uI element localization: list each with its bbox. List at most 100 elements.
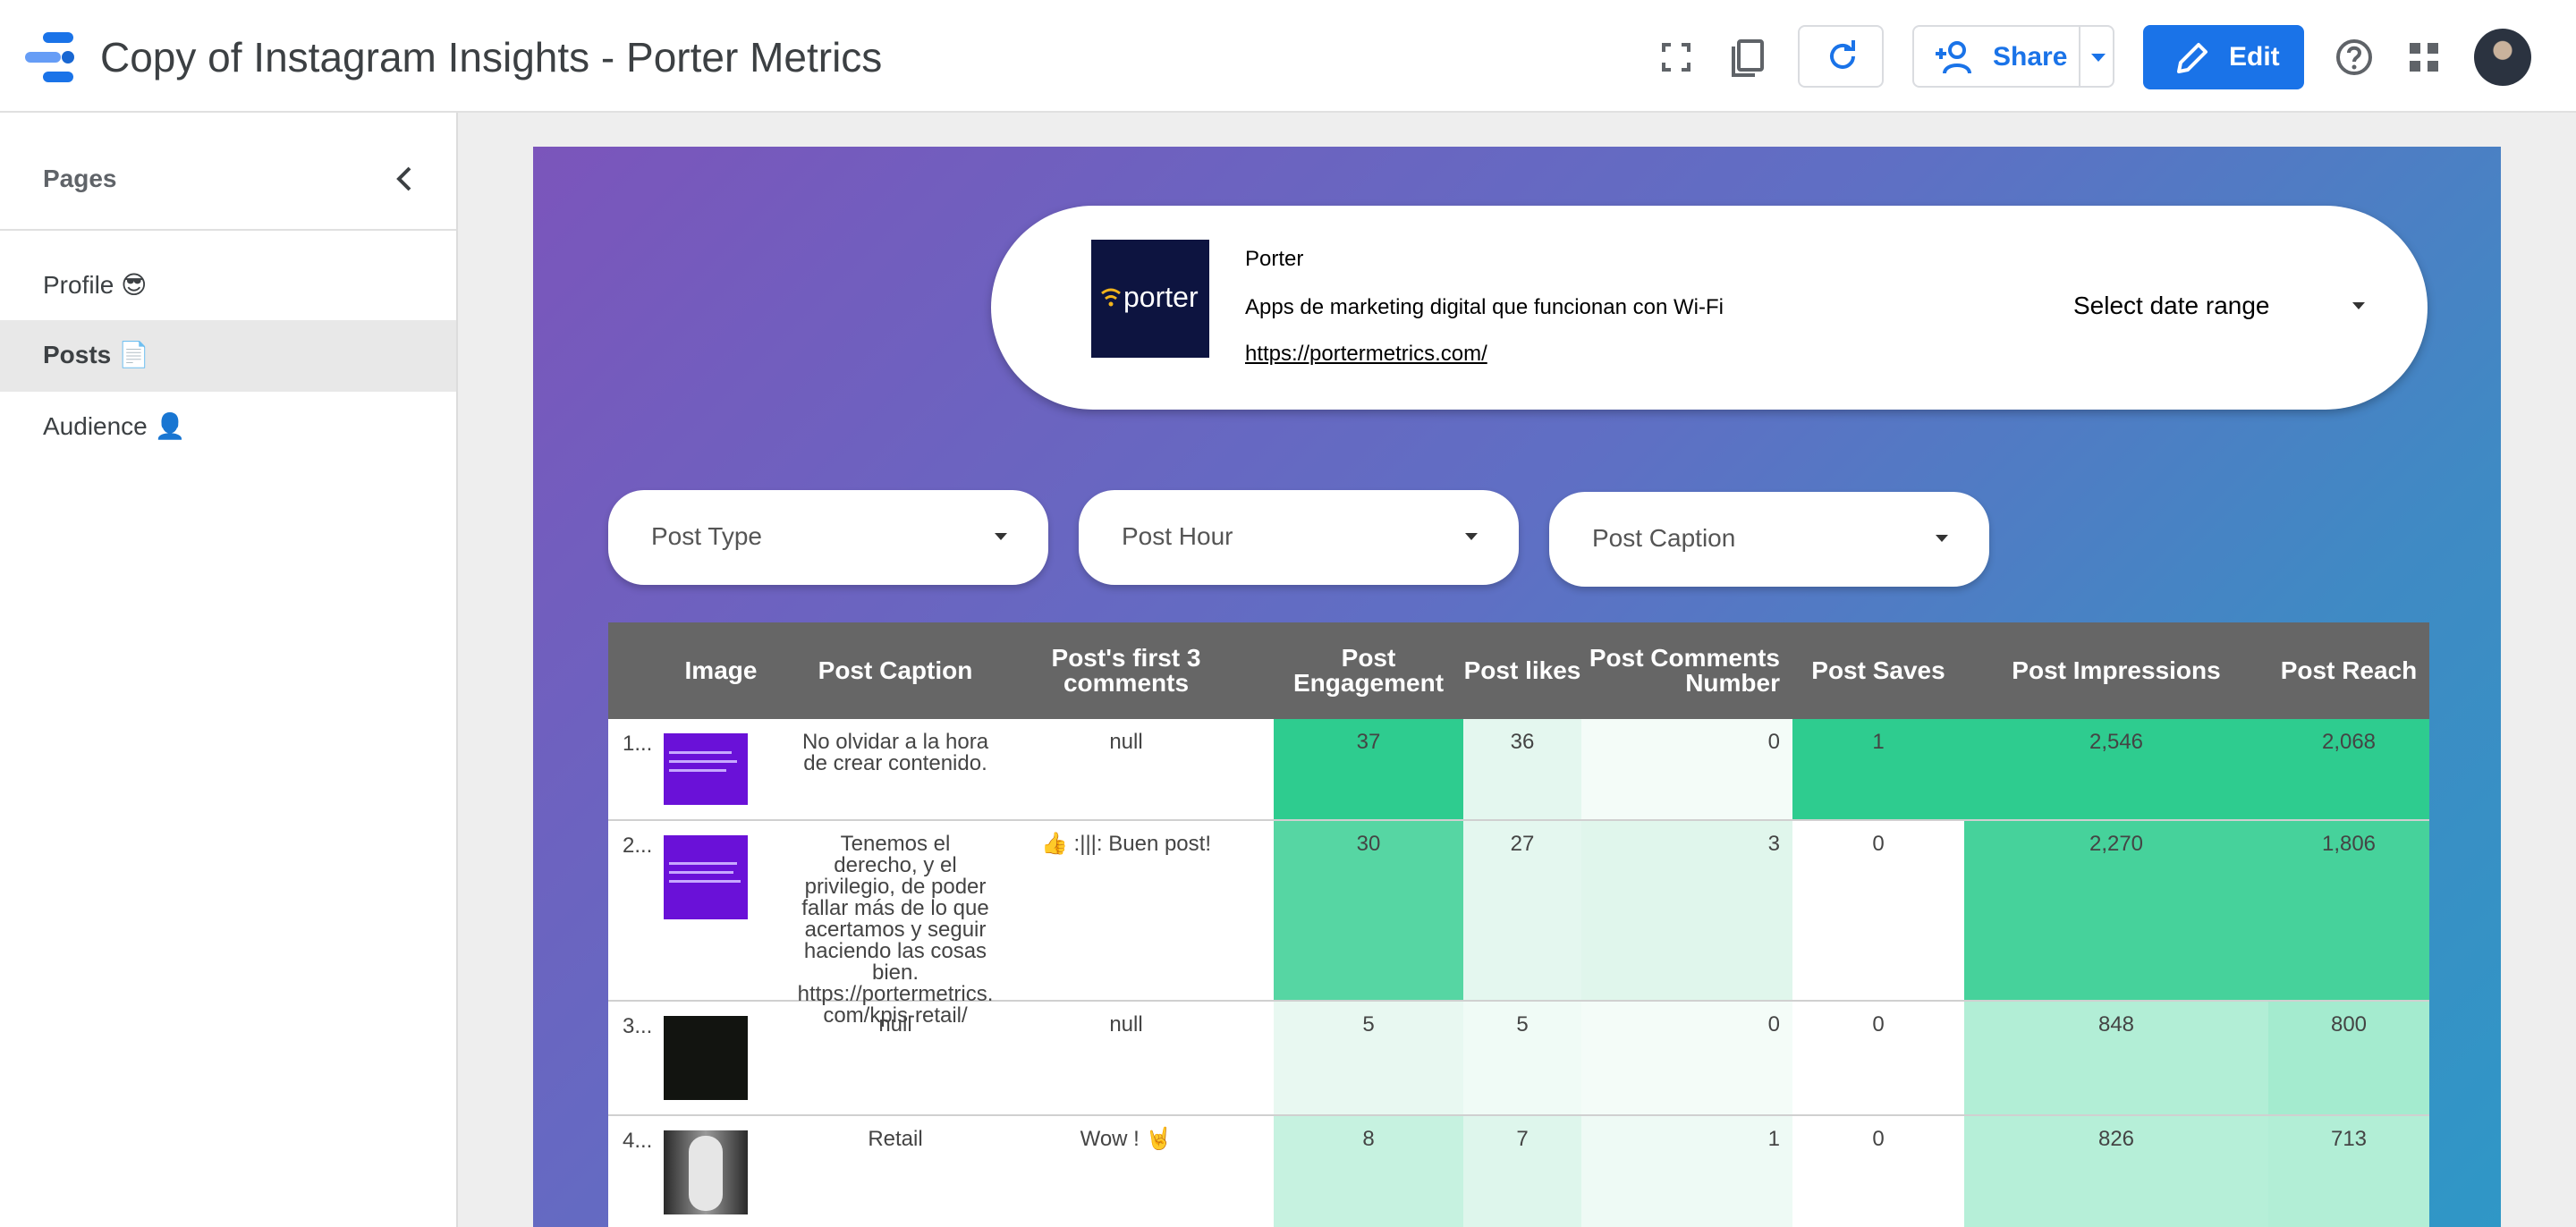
row-number: 2...	[623, 834, 653, 858]
sidebar-item-label: Audience 👤	[43, 412, 186, 440]
sidebar-header: Pages	[0, 113, 456, 231]
share-button[interactable]: Share	[1914, 27, 2080, 86]
post-caption-cell: null	[878, 1012, 912, 1037]
chevron-down-icon	[2091, 54, 2106, 62]
impressions-cell: 2,546	[1964, 719, 2268, 819]
reach-cell: 713	[2268, 1116, 2429, 1227]
caret-down-icon	[995, 533, 1007, 540]
comments-number-cell: 1	[1581, 1116, 1792, 1227]
column-header-reach[interactable]: Post Reach	[2268, 622, 2429, 719]
column-header-image[interactable]: Image	[608, 622, 784, 719]
pencil-icon	[2177, 43, 2207, 73]
sidebar-title: Pages	[43, 165, 117, 192]
reach-cell: 2,068	[2268, 719, 2429, 819]
column-header-post-caption[interactable]: Post Caption	[784, 622, 1007, 719]
share-dropdown-button[interactable]	[2080, 27, 2114, 86]
table-row[interactable]: 3... null null 5 5 0 0 848 800	[608, 1002, 2429, 1116]
brand-link[interactable]: https://portermetrics.com/	[1245, 342, 1487, 367]
row-number: 1...	[623, 732, 653, 756]
brand-logo: porter	[1091, 240, 1209, 358]
saves-cell: 0	[1792, 821, 1964, 1000]
column-header-likes[interactable]: Post likes	[1463, 622, 1581, 719]
filter-post-type[interactable]: Post Type	[608, 490, 1048, 585]
help-icon[interactable]	[2331, 34, 2377, 80]
filter-label: Post Hour	[1122, 522, 1233, 550]
likes-cell: 7	[1463, 1116, 1581, 1227]
sidebar-item-posts[interactable]: Posts 📄	[0, 320, 456, 392]
comments-cell: Wow ! 🤘	[1080, 1127, 1173, 1151]
post-thumbnail[interactable]	[664, 733, 748, 805]
engagement-cell: 37	[1274, 719, 1463, 819]
looker-studio-logo-icon[interactable]	[25, 32, 79, 82]
caret-down-icon	[1465, 533, 1478, 540]
top-bar: Copy of Instagram Insights - Porter Metr…	[0, 0, 2576, 113]
impressions-cell: 826	[1964, 1116, 2268, 1227]
table-row[interactable]: 1... No olvidar a la hora de crear conte…	[608, 719, 2429, 821]
sidebar-item-audience[interactable]: Audience 👤	[0, 392, 456, 463]
column-header-saves[interactable]: Post Saves	[1792, 622, 1964, 719]
table-row[interactable]: 2... Tenemos el derecho, y el privilegio…	[608, 821, 2429, 1028]
chevron-left-icon[interactable]	[386, 161, 422, 197]
column-header-impressions[interactable]: Post Impressions	[1964, 622, 2268, 719]
filter-label: Post Type	[651, 522, 763, 550]
filter-post-caption[interactable]: Post Caption	[1549, 492, 1989, 587]
brand-name: Porter	[1245, 247, 1304, 271]
table-header: Image Post Caption Post's first 3 commen…	[608, 622, 2429, 719]
share-label: Share	[1993, 42, 2068, 72]
row-number: 4...	[623, 1129, 653, 1153]
engagement-cell: 5	[1274, 1002, 1463, 1114]
column-header-comments-number[interactable]: Post Comments Number	[1581, 622, 1792, 719]
post-caption-cell: Tenemos el derecho, y el privilegio, de …	[797, 832, 994, 1028]
posts-table: Image Post Caption Post's first 3 commen…	[608, 622, 2429, 1227]
post-caption-cell: No olvidar a la hora de crear contenido.	[801, 730, 989, 775]
row-number: 3...	[623, 1014, 653, 1038]
caret-down-icon	[1936, 535, 1948, 542]
brand-header-card: porter Porter Apps de marketing digital …	[991, 206, 2428, 410]
filter-label: Post Caption	[1592, 524, 1736, 552]
report-title[interactable]: Copy of Instagram Insights - Porter Metr…	[100, 32, 882, 82]
post-thumbnail[interactable]	[664, 1016, 748, 1100]
column-header-engagement[interactable]: Post Engagement	[1274, 622, 1463, 719]
comments-cell: null	[1109, 730, 1143, 754]
brand-logo-text: porter	[1123, 281, 1199, 313]
report-canvas: porter Porter Apps de marketing digital …	[533, 147, 2501, 1227]
post-thumbnail[interactable]	[664, 1130, 748, 1214]
saves-cell: 0	[1792, 1116, 1964, 1227]
filter-post-hour[interactable]: Post Hour	[1079, 490, 1519, 585]
date-range-label: Select date range	[2073, 292, 2270, 319]
edit-label: Edit	[2229, 42, 2280, 72]
comments-cell: null	[1109, 1012, 1143, 1037]
copy-icon[interactable]	[1724, 34, 1771, 80]
comments-cell: 👍 :|||: Buen post!	[1040, 832, 1211, 856]
engagement-cell: 30	[1274, 821, 1463, 1000]
share-button-group: Share	[1912, 25, 2114, 88]
apps-grid-icon[interactable]	[2401, 34, 2447, 80]
reach-cell: 1,806	[2268, 821, 2429, 1000]
refresh-button[interactable]	[1798, 25, 1884, 88]
avatar[interactable]	[2474, 29, 2531, 86]
sidebar-item-profile[interactable]: Profile 😎	[0, 250, 456, 322]
post-caption-cell: Retail	[868, 1127, 923, 1151]
saves-cell: 0	[1792, 1002, 1964, 1114]
sidebar-item-label: Profile 😎	[43, 271, 148, 299]
engagement-cell: 8	[1274, 1116, 1463, 1227]
impressions-cell: 848	[1964, 1002, 2268, 1114]
sidebar-item-label: Posts 📄	[43, 341, 149, 368]
add-person-icon	[1936, 41, 1971, 74]
fullscreen-icon[interactable]	[1653, 34, 1699, 80]
column-header-first-comments[interactable]: Post's first 3 comments	[1023, 622, 1229, 719]
impressions-cell: 2,270	[1964, 821, 2268, 1000]
wifi-icon	[1101, 288, 1121, 307]
edit-button[interactable]: Edit	[2143, 25, 2304, 89]
post-thumbnail[interactable]	[664, 835, 748, 919]
pages-sidebar: Pages Profile 😎 Posts 📄 Audience 👤	[0, 113, 458, 1227]
likes-cell: 27	[1463, 821, 1581, 1000]
comments-number-cell: 3	[1581, 821, 1792, 1000]
date-range-selector[interactable]: Select date range	[2073, 286, 2368, 326]
comments-number-cell: 0	[1581, 719, 1792, 819]
table-row[interactable]: 4... Retail Wow ! 🤘 8 7 1 0 826 713	[608, 1116, 2429, 1227]
likes-cell: 36	[1463, 719, 1581, 819]
caret-down-icon	[2352, 302, 2365, 309]
reach-cell: 800	[2268, 1002, 2429, 1114]
brand-description: Apps de marketing digital que funcionan …	[1245, 295, 1724, 319]
